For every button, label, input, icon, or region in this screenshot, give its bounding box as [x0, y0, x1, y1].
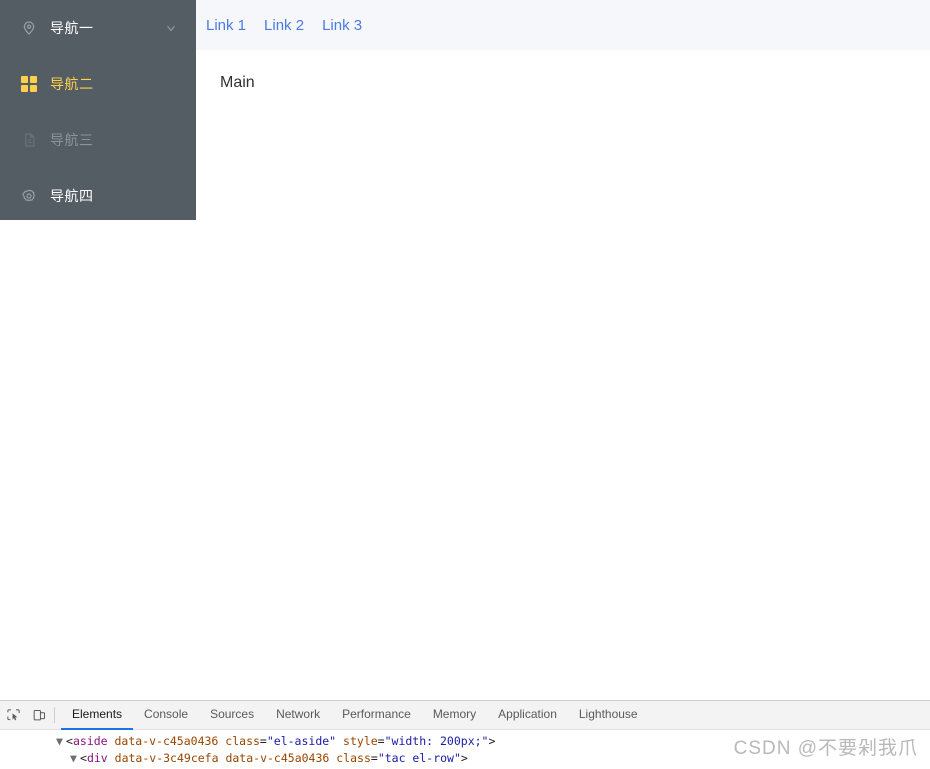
tab-performance[interactable]: Performance	[331, 701, 422, 730]
sidebar-item-label: 导航一	[50, 20, 94, 36]
header-link-3[interactable]: Link 3	[322, 17, 362, 34]
tab-lighthouse[interactable]: Lighthouse	[568, 701, 649, 730]
sidebar-item-label: 导航二	[50, 76, 94, 92]
watermark: CSDN @不要剁我爪	[733, 738, 918, 759]
page-header: Link 1 Link 2 Link 3	[196, 0, 930, 50]
chevron-down-icon[interactable]	[164, 21, 178, 35]
tab-network[interactable]: Network	[265, 701, 331, 730]
sidebar-item-nav-three: 导航三	[0, 112, 196, 168]
document-icon	[20, 131, 38, 149]
header-link-2[interactable]: Link 2	[264, 17, 304, 34]
sidebar-item-label: 导航三	[50, 132, 94, 148]
main-text: Main	[220, 74, 255, 91]
tab-console[interactable]: Console	[133, 701, 199, 730]
sidebar-nav: 导航一 导航二 导航三 导航四	[0, 0, 196, 220]
grid-menu-icon	[20, 75, 38, 93]
page-main-content: Main	[196, 50, 930, 220]
devtools-toolbar: Elements Console Sources Network Perform…	[0, 701, 930, 730]
gear-icon	[20, 187, 38, 205]
page-blank-area	[0, 220, 930, 700]
tab-sources[interactable]: Sources	[199, 701, 265, 730]
tab-memory[interactable]: Memory	[422, 701, 487, 730]
inspect-element-icon[interactable]	[0, 703, 26, 727]
sidebar-item-nav-two[interactable]: 导航二	[0, 56, 196, 112]
sidebar-item-label: 导航四	[50, 188, 94, 204]
location-pin-icon	[20, 19, 38, 37]
device-toolbar-icon[interactable]	[26, 703, 52, 727]
tab-application[interactable]: Application	[487, 701, 568, 730]
sidebar-item-nav-four[interactable]: 导航四	[0, 168, 196, 224]
toolbar-divider	[54, 707, 55, 723]
header-link-1[interactable]: Link 1	[206, 17, 246, 34]
devtools-tab-bar: Elements Console Sources Network Perform…	[61, 701, 649, 730]
tab-elements[interactable]: Elements	[61, 701, 134, 730]
browser-page-viewport: 导航一 导航二 导航三 导航四 Link 1 Link 2 Link 3 Mai…	[0, 0, 930, 700]
sidebar-item-nav-one[interactable]: 导航一	[0, 0, 196, 56]
